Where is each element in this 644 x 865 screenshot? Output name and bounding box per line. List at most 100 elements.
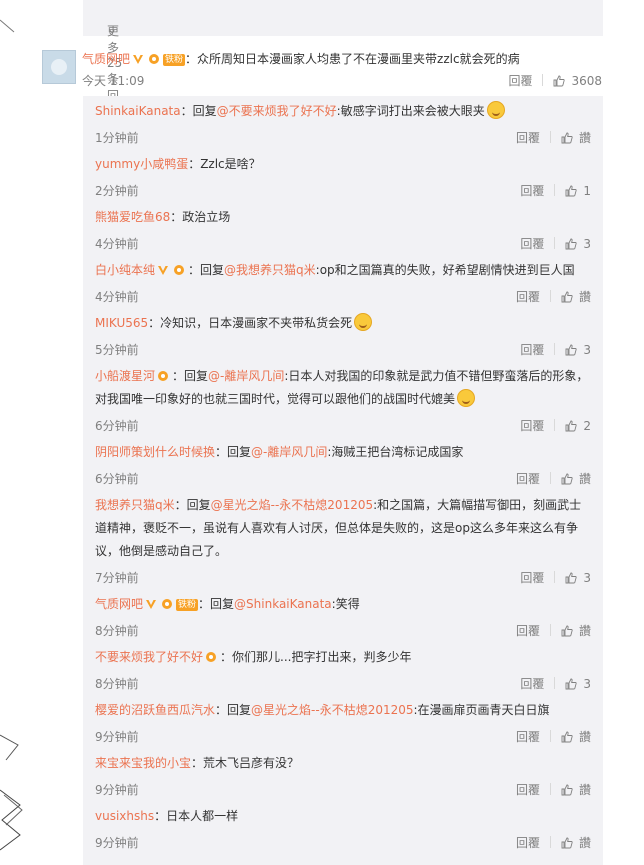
like-count: 3 bbox=[583, 677, 591, 691]
reply-text: :op和之国篇真的失败，好希望剧情快进到巨人国 bbox=[315, 263, 575, 277]
reply-time: 4分钟前 bbox=[95, 237, 139, 251]
like-count: 讚 bbox=[578, 624, 591, 638]
reply-time: 5分钟前 bbox=[95, 343, 139, 357]
reply-button[interactable]: 回覆 bbox=[508, 74, 532, 88]
like-count: 3608 bbox=[571, 74, 602, 88]
like-count: 讚 bbox=[578, 131, 591, 145]
thumbs-up-icon bbox=[561, 132, 573, 144]
reply-username[interactable]: 熊猫爱吃鱼68 bbox=[95, 210, 170, 224]
reply-button[interactable]: 回覆 bbox=[516, 836, 540, 850]
like-button[interactable]: 讚 bbox=[561, 783, 591, 797]
reply-time: 6分钟前 bbox=[95, 419, 139, 433]
divider bbox=[549, 783, 551, 795]
like-count: 3 bbox=[583, 571, 591, 585]
reply-item: 来宝来宝我的小宝：荒木飞吕彦有没？ 9分钟前 回覆 讚 bbox=[95, 752, 591, 797]
reply-username[interactable]: 小船渡星河 bbox=[95, 369, 155, 383]
like-button[interactable]: 3 bbox=[565, 343, 591, 357]
reply-prefix: ：回复 bbox=[188, 263, 225, 277]
emoji-icon bbox=[457, 389, 476, 407]
like-button[interactable]: 讚 bbox=[561, 472, 591, 486]
thumbs-up-icon bbox=[561, 784, 573, 796]
like-button[interactable]: 讚 bbox=[561, 624, 591, 638]
reply-username[interactable]: 我想养只猫q米 bbox=[95, 498, 175, 512]
mention-link[interactable]: @不要来烦我了好不好 bbox=[217, 104, 337, 118]
like-button[interactable]: 1 bbox=[565, 184, 591, 198]
reply-prefix: ：回复 bbox=[198, 597, 235, 611]
reply-username[interactable]: yummy小咸鸭蛋 bbox=[95, 157, 188, 171]
thumbs-up-icon bbox=[565, 420, 577, 432]
reply-item: 熊猫爱吃鱼68：政治立场 4分钟前 回覆 3 bbox=[95, 206, 591, 251]
mention-link[interactable]: @-離岸风几间 bbox=[208, 369, 284, 383]
reply-prefix: ：回复 bbox=[172, 369, 209, 383]
divider bbox=[554, 571, 556, 583]
reply-username[interactable]: MIKU565 bbox=[95, 316, 148, 330]
fan-badge-icon bbox=[174, 265, 185, 275]
divider bbox=[549, 836, 551, 848]
like-button[interactable]: 讚 bbox=[561, 836, 591, 850]
more-replies-bar[interactable]: 更多25条回复 ⌄ bbox=[83, 0, 603, 120]
like-button[interactable]: 3608 bbox=[553, 74, 602, 88]
divider bbox=[549, 131, 551, 143]
vip-icon bbox=[146, 600, 157, 609]
mention-link[interactable]: @ShinkaiKanata bbox=[234, 597, 332, 611]
avatar[interactable] bbox=[42, 50, 76, 84]
thumbs-up-icon bbox=[561, 473, 573, 485]
reply-username[interactable]: ShinkaiKanata bbox=[95, 104, 181, 118]
thumbs-up-icon bbox=[561, 837, 573, 849]
reply-button[interactable]: 回覆 bbox=[516, 131, 540, 145]
reply-text: :笑得 bbox=[331, 597, 360, 611]
reply-text: :在漫画扉页画青天白日旗 bbox=[413, 703, 550, 717]
reply-username[interactable]: vusixhshs bbox=[95, 809, 154, 823]
reply-button[interactable]: 回覆 bbox=[520, 677, 544, 691]
divider bbox=[554, 343, 556, 355]
thumbs-up-icon bbox=[561, 625, 573, 637]
divider bbox=[549, 624, 551, 636]
reply-text: :海贼王把台湾标记成国家 bbox=[327, 445, 464, 459]
like-button[interactable]: 讚 bbox=[561, 290, 591, 304]
mention-link[interactable]: @星光之焰--永不枯熄201205 bbox=[211, 498, 373, 512]
reply-item: 樱爱的沼跃鱼西瓜汽水：回复@星光之焰--永不枯熄201205:在漫画扉页画青天白… bbox=[95, 699, 591, 744]
reply-button[interactable]: 回覆 bbox=[520, 184, 544, 198]
mention-link[interactable]: @我想养只猫q米 bbox=[224, 263, 316, 277]
reply-time: 2分钟前 bbox=[95, 184, 139, 198]
like-button[interactable]: 2 bbox=[565, 419, 591, 433]
comment-username[interactable]: 气质网吧 bbox=[82, 52, 130, 66]
reply-item: 气质网吧 铁粉 ：回复@ShinkaiKanata:笑得 8分钟前 回覆 讚 bbox=[95, 593, 591, 638]
background-decoration bbox=[0, 19, 23, 851]
reply-button[interactable]: 回覆 bbox=[520, 237, 544, 251]
fans-badge: 铁粉 bbox=[176, 599, 199, 611]
reply-time: 9分钟前 bbox=[95, 730, 139, 744]
reply-button[interactable]: 回覆 bbox=[516, 730, 540, 744]
reply-username[interactable]: 阴阳师策划什么时候换 bbox=[95, 445, 215, 459]
reply-username[interactable]: 白小纯本纯 bbox=[95, 263, 155, 277]
reply-username[interactable]: 樱爱的沼跃鱼西瓜汽水 bbox=[95, 703, 215, 717]
like-button[interactable]: 讚 bbox=[561, 730, 591, 744]
chevron-down-icon: ⌄ bbox=[107, 22, 118, 36]
reply-button[interactable]: 回覆 bbox=[516, 783, 540, 797]
reply-item: 阴阳师策划什么时候换：回复@-離岸风几间:海贼王把台湾标记成国家 6分钟前 回覆 讚 bbox=[95, 441, 591, 486]
like-button[interactable]: 3 bbox=[565, 571, 591, 585]
divider bbox=[542, 74, 544, 86]
fan-badge-icon bbox=[206, 652, 217, 662]
mention-link[interactable]: @-離岸风几间 bbox=[251, 445, 327, 459]
reply-username[interactable]: 气质网吧 bbox=[95, 597, 143, 611]
reply-button[interactable]: 回覆 bbox=[520, 419, 544, 433]
reply-button[interactable]: 回覆 bbox=[520, 343, 544, 357]
reply-button[interactable]: 回覆 bbox=[516, 472, 540, 486]
reply-item: 不要来烦我了好不好 ：你们那儿...把字打出来，判多少年 8分钟前 回覆 3 bbox=[95, 646, 591, 691]
reply-text: ：政治立场 bbox=[170, 210, 231, 224]
like-button[interactable]: 3 bbox=[565, 677, 591, 691]
divider bbox=[549, 472, 551, 484]
thumbs-up-icon bbox=[554, 75, 566, 87]
like-button[interactable]: 3 bbox=[565, 237, 591, 251]
reply-username[interactable]: 来宝来宝我的小宝 bbox=[95, 756, 191, 770]
reply-prefix: ：回复 bbox=[215, 445, 252, 459]
reply-button[interactable]: 回覆 bbox=[516, 290, 540, 304]
reply-button[interactable]: 回覆 bbox=[516, 624, 540, 638]
reply-username[interactable]: 不要来烦我了好不好 bbox=[95, 650, 203, 664]
like-button[interactable]: 讚 bbox=[561, 131, 591, 145]
divider bbox=[554, 184, 556, 196]
reply-button[interactable]: 回覆 bbox=[520, 571, 544, 585]
like-count: 讚 bbox=[578, 783, 591, 797]
mention-link[interactable]: @星光之焰--永不枯熄201205 bbox=[251, 703, 413, 717]
